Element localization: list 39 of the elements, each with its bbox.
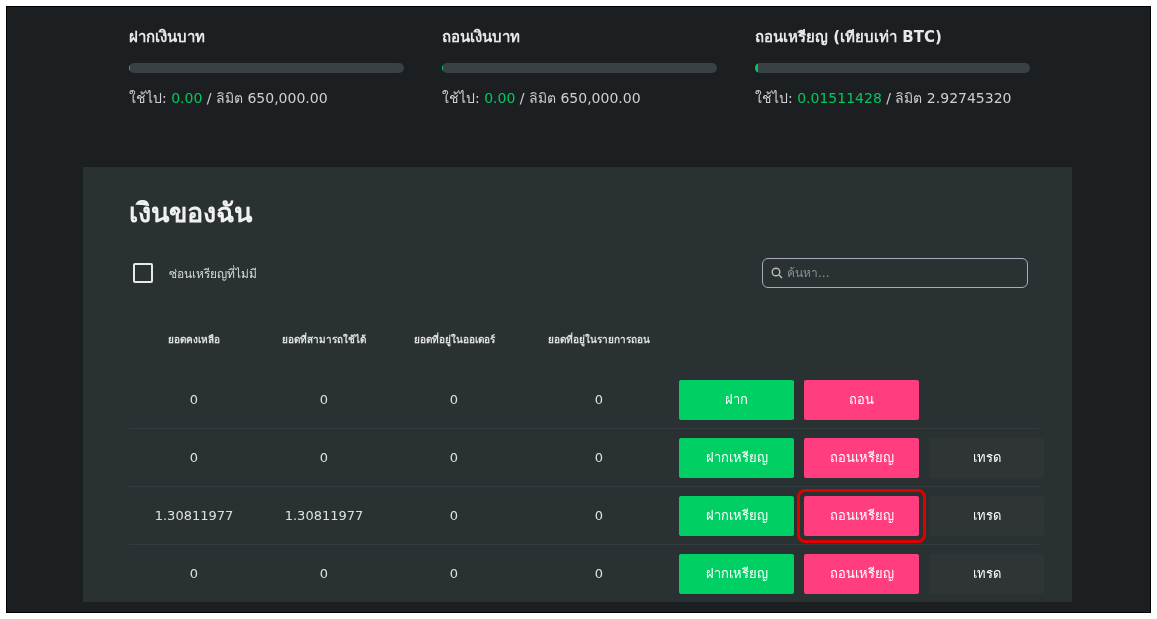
table-cell-text: 0	[448, 391, 460, 409]
column-header: ยอดคงเหลือ	[167, 333, 221, 347]
usage-text: ใช้ไป: 0.01511428 / ลิมิต 2.92745320	[755, 89, 1013, 108]
usage-text: ใช้ไป: 0.00 / ลิมิต 650,000.00	[129, 89, 329, 108]
table-cell-text: 0	[593, 391, 605, 409]
table-cell: 0	[259, 544, 389, 602]
table-cell: 0	[129, 544, 259, 602]
withdraw-button[interactable]: ถอน	[804, 379, 919, 420]
column-header: ยอดที่สามารถใช้ได้	[281, 331, 367, 347]
table-cell-text: 0	[318, 391, 330, 409]
limit-title: ฝากเงินบาท	[129, 27, 206, 48]
table-cell: 0	[259, 428, 389, 486]
withdraw-button[interactable]: ถอนเหรียญ	[804, 495, 919, 536]
checkbox-label: ซ่อนเหรียญที่ไม่มี	[169, 264, 257, 283]
withdraw-button[interactable]: ถอนเหรียญ	[804, 437, 919, 478]
search-icon	[771, 267, 783, 279]
table-cell: 0	[129, 428, 259, 486]
deposit-button[interactable]: ฝากเหรียญ	[679, 437, 794, 478]
deposit-button[interactable]: ฝากเหรียญ	[679, 495, 794, 536]
trade-button[interactable]: เทรด	[929, 495, 1044, 536]
table-cell: 0	[389, 428, 519, 486]
panel-title: เงินของฉัน	[129, 196, 254, 230]
limit-title: ถอนเงินบาท	[442, 27, 521, 48]
table-cell: 1.30811977	[129, 486, 259, 544]
usage-text: ใช้ไป: 0.00 / ลิมิต 650,000.00	[442, 89, 642, 108]
deposit-button[interactable]: ฝากเหรียญ	[679, 553, 794, 594]
column-header: ยอดที่อยู่ในออเดอร์	[412, 331, 496, 349]
table-cell-text: 0	[188, 391, 200, 409]
search-field[interactable]: ค้นหา...	[762, 258, 1028, 288]
limit-title: ถอนเหรียญ (เทียบเท่า BTC)	[755, 27, 943, 48]
table-cell: 0	[389, 486, 519, 544]
deposit-button[interactable]: ฝาก	[679, 379, 794, 420]
table-cell: 0	[389, 544, 519, 602]
checkbox[interactable]	[133, 263, 153, 283]
withdraw-button[interactable]: ถอนเหรียญ	[804, 553, 919, 594]
trade-button[interactable]: เทรด	[929, 553, 1044, 594]
column-header: ยอดที่อยู่ในรายการถอน	[547, 331, 651, 349]
table-cell: 1.30811977	[259, 486, 389, 544]
trade-button[interactable]: เทรด	[929, 437, 1044, 478]
